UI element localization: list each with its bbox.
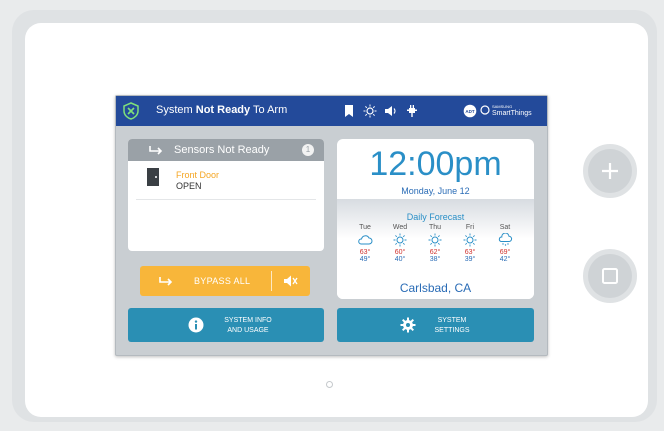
system-settings-line1: SYSTEM — [437, 317, 467, 324]
status-bar: System Not Ready To Arm ADT SAMSUNG Smar… — [116, 96, 547, 126]
forecast-low: 38° — [429, 256, 441, 263]
cloud-icon — [358, 235, 373, 245]
smartthings-ring-icon — [480, 105, 490, 115]
forecast-day: Fri 63° 39° — [455, 224, 485, 263]
forecast-day-name: Fri — [465, 224, 475, 231]
system-info-line1: SYSTEM INFO — [224, 317, 272, 324]
forecast-day-name: Thu — [428, 224, 442, 231]
sensors-title: Sensors Not Ready — [174, 144, 270, 156]
bypass-arrow-icon — [159, 277, 173, 286]
bypass-all-label: BYPASS ALL — [194, 276, 251, 286]
forecast-high: 63° — [359, 249, 371, 256]
touch-screen: System Not Ready To Arm ADT SAMSUNG Smar… — [115, 95, 548, 356]
samsung-text: SAMSUNG — [491, 104, 513, 109]
forecast-low: 42° — [499, 256, 511, 263]
sensors-header[interactable]: Sensors Not Ready 1 — [128, 139, 324, 161]
bypass-divider — [271, 271, 272, 291]
bookmark-icon[interactable] — [342, 104, 356, 118]
arm-status-text[interactable]: System Not Ready To Arm — [156, 104, 287, 116]
sensor-state: OPEN — [176, 181, 202, 191]
forecast-day-name: Tue — [359, 224, 371, 231]
plus-hardware-button[interactable] — [582, 143, 638, 199]
system-settings-button[interactable]: SYSTEM SETTINGS — [337, 308, 534, 342]
bypass-arrow-icon — [149, 146, 163, 155]
svg-text:ADT: ADT — [465, 109, 474, 114]
forecast-day-name: Wed — [392, 224, 408, 231]
sensor-name: Front Door — [176, 170, 220, 180]
forecast-day-name: Sat — [499, 224, 511, 231]
sun-icon — [393, 233, 407, 247]
forecast-low: 39° — [464, 256, 476, 263]
indicator-light — [326, 381, 333, 388]
home-hardware-button[interactable] — [582, 248, 638, 304]
door-icon — [147, 168, 159, 186]
forecast-day: Sat 69° 42° — [490, 224, 520, 263]
forecast-city: Carlsbad, CA — [399, 281, 472, 295]
forecast-low: 49° — [359, 256, 371, 263]
home-button-face — [588, 254, 632, 298]
forecast-title: Daily Forecast — [406, 212, 465, 222]
system-settings-line2: SETTINGS — [434, 327, 470, 334]
square-icon — [602, 268, 618, 284]
system-info-line2: AND USAGE — [227, 327, 269, 334]
system-settings-label: SYSTEM SETTINGS — [427, 316, 477, 336]
forecast-high: 62° — [429, 249, 441, 256]
bypass-all-button[interactable]: BYPASS ALL — [140, 266, 310, 296]
status-suffix: To Arm — [253, 104, 288, 116]
mute-icon[interactable] — [283, 273, 299, 289]
smartthings-logo: SAMSUNG SmartThings — [480, 103, 532, 119]
plug-icon[interactable] — [405, 104, 419, 118]
info-icon — [188, 317, 204, 333]
forecast-low: 40° — [394, 256, 406, 263]
adt-logo-icon: ADT — [463, 104, 477, 118]
forecast-high: 69° — [499, 249, 511, 256]
plus-icon — [602, 163, 618, 179]
shield-icon[interactable] — [122, 102, 140, 120]
sun-icon[interactable] — [363, 104, 377, 118]
clock-time: 12:00pm — [369, 145, 502, 183]
sun-icon — [428, 233, 442, 247]
sensors-count-badge: 1 — [302, 144, 314, 156]
smartthings-text: SmartThings — [491, 110, 532, 117]
gear-icon — [400, 317, 416, 333]
forecast-day: Wed 60° 40° — [385, 224, 415, 263]
sensors-panel: Sensors Not Ready 1 Front Door OPEN — [128, 139, 324, 251]
status-bold: Not Ready — [195, 104, 251, 116]
status-prefix: System — [156, 104, 193, 116]
sun-icon — [463, 233, 477, 247]
forecast-high: 63° — [464, 249, 476, 256]
speaker-icon[interactable] — [384, 104, 398, 118]
rain-cloud-icon — [498, 233, 513, 246]
clock-weather-panel[interactable]: 12:00pm Monday, June 12 Daily Forecast T… — [337, 139, 534, 299]
forecast-panel: Daily Forecast Tue 63° 49° Wed 60° 40° T… — [337, 199, 534, 299]
forecast-day: Tue 63° 49° — [350, 224, 380, 263]
clock-date: Monday, June 12 — [401, 186, 470, 196]
system-info-button[interactable]: SYSTEM INFO AND USAGE — [128, 308, 324, 342]
forecast-day: Thu 62° 38° — [420, 224, 450, 263]
forecast-high: 60° — [394, 249, 406, 256]
sensor-row[interactable]: Front Door OPEN — [136, 161, 316, 200]
system-info-label: SYSTEM INFO AND USAGE — [218, 316, 278, 336]
plus-button-face — [588, 149, 632, 193]
